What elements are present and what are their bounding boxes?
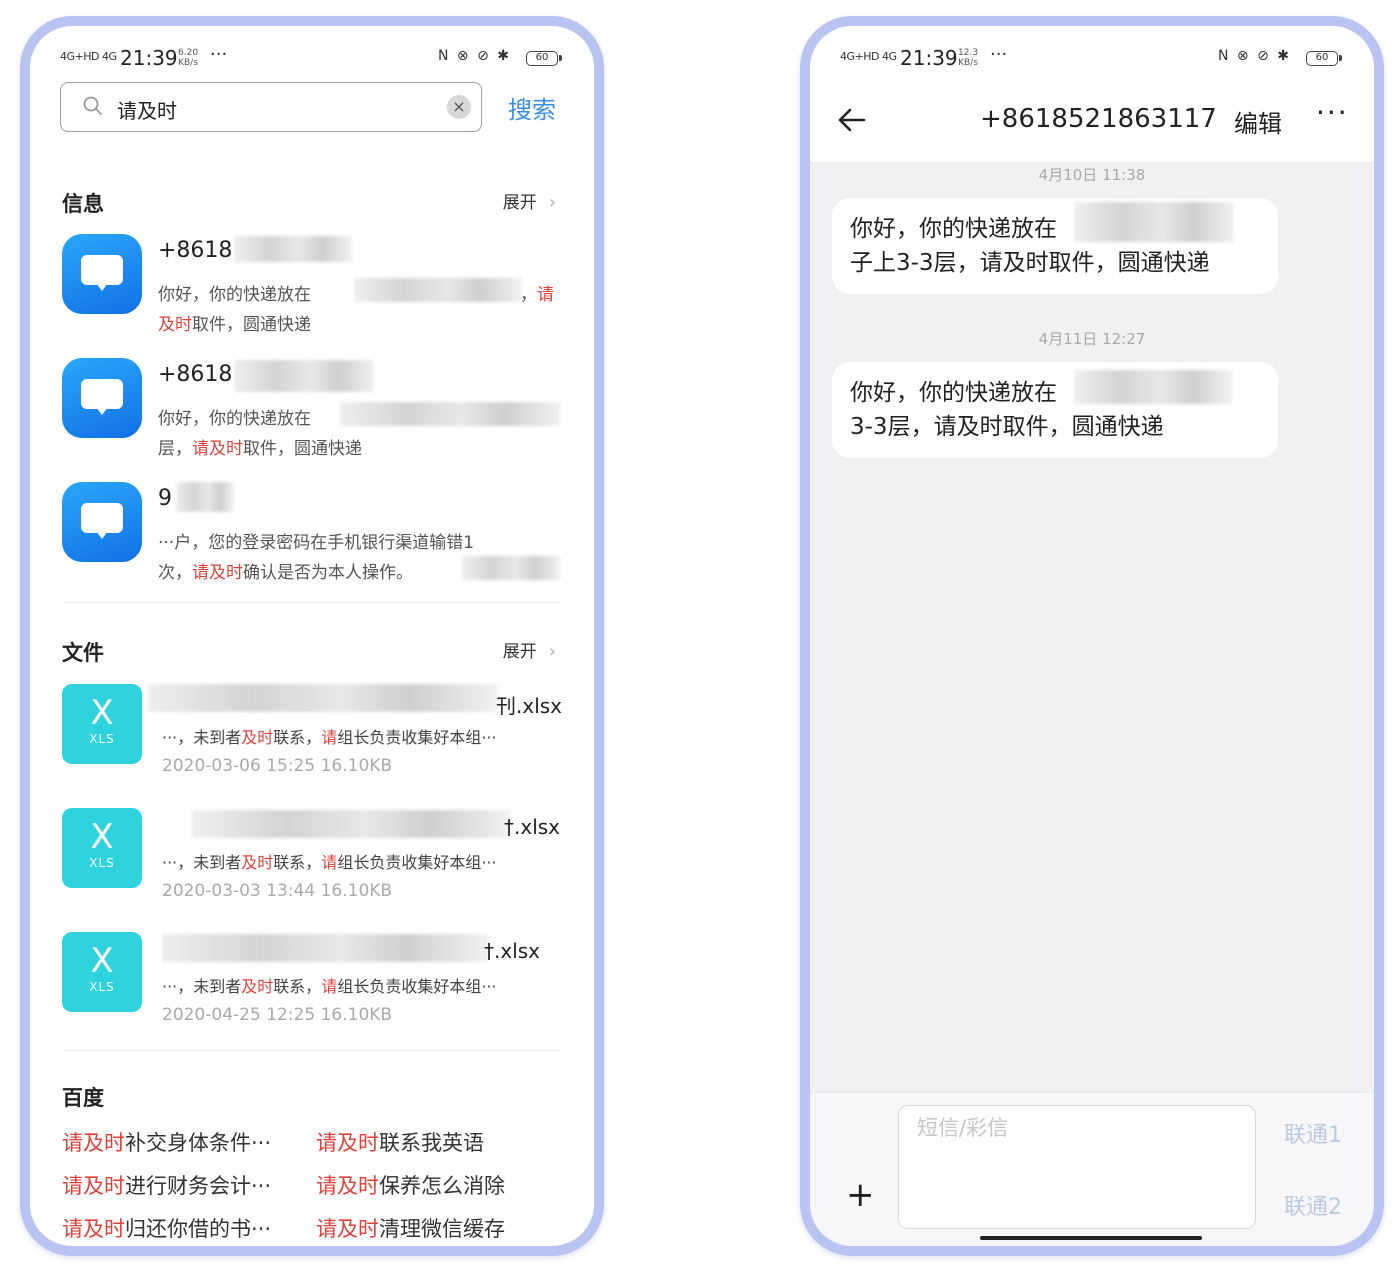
status-bar: 4G+HD 4G 21:39 12.3 KB/s ··· N ⊗ ⊘ ✱ 60 (810, 26, 1374, 82)
baidu-suggestion[interactable]: 请及时联系我英语 (316, 1127, 484, 1157)
redacted-blur (176, 482, 234, 512)
section-divider (62, 602, 562, 603)
status-time: 21:39 (900, 46, 958, 70)
back-arrow-icon[interactable] (836, 104, 868, 136)
file-name: 刊.xlsx (496, 694, 563, 718)
network-speed: 12.3 KB/s (958, 48, 979, 68)
send-sim1-button[interactable]: 联通1 (1284, 1117, 1342, 1149)
redacted-blur (192, 810, 510, 838)
message-sender: +8618 (158, 362, 233, 387)
file-meta: 2020-03-03 13:44 16.10KB (162, 881, 393, 901)
search-input[interactable]: 请及时 × (60, 82, 482, 132)
baidu-suggestion[interactable]: 请及时归还你借的书··· (62, 1213, 271, 1243)
message-snippet-line2: 及时取件，圆通快递 (158, 315, 311, 335)
contact-number: +8618521863117 (980, 104, 1217, 134)
messages-expand-button[interactable]: 展开 › (503, 188, 556, 213)
network-speed: 6.20 KB/s (178, 48, 199, 68)
compose-bar: + 短信/彩信 联通1 联通2 (810, 1092, 1374, 1246)
baidu-section-title: 百度 (62, 1086, 104, 1110)
redacted-blur (354, 278, 522, 302)
file-meta: 2020-03-06 15:25 16.10KB (162, 756, 393, 776)
redacted-blur (1074, 202, 1234, 242)
messages-section-title: 信息 (62, 192, 104, 216)
chevron-right-icon: › (548, 641, 556, 662)
message-sender: 9 (158, 486, 172, 511)
signal-icon: 4G+HD 4G (60, 50, 117, 63)
baidu-suggestion[interactable]: 请及时进行财务会计··· (62, 1170, 271, 1200)
messages-app-icon (62, 234, 142, 314)
more-notifications-icon: ··· (990, 44, 1008, 65)
redacted-blur (234, 360, 374, 392)
status-bar: 4G+HD 4G 21:39 6.20 KB/s ··· N ⊗ ⊘ ✱ 60 (30, 26, 594, 82)
search-results-screen: 4G+HD 4G 21:39 6.20 KB/s ··· N ⊗ ⊘ ✱ 60 请… (20, 16, 604, 1256)
more-options-icon[interactable]: ··· (1316, 96, 1349, 129)
edit-button[interactable]: 编辑 (1234, 104, 1282, 139)
sms-input[interactable]: 短信/彩信 (898, 1105, 1256, 1229)
plus-icon[interactable]: + (846, 1175, 875, 1215)
message-snippet-line2: 层，请及时取件，圆通快递 (158, 439, 362, 459)
redacted-blur (340, 402, 560, 426)
xls-file-icon: X XLS (62, 684, 142, 764)
search-button[interactable]: 搜索 (508, 90, 556, 125)
message-snippet-line1: 你好，你的快递放在 (158, 285, 311, 305)
files-section-title: 文件 (62, 641, 104, 665)
message-timestamp: 4月11日 12:27 (1038, 330, 1146, 348)
files-expand-button[interactable]: 展开 › (503, 637, 556, 662)
send-sim2-button[interactable]: 联通2 (1284, 1189, 1342, 1221)
sms-placeholder: 短信/彩信 (917, 1116, 1009, 1140)
section-divider (62, 1050, 562, 1051)
baidu-suggestion[interactable]: 请及时清理微信缓存 (316, 1213, 505, 1243)
status-icons: N ⊗ ⊘ ✱ (1218, 48, 1292, 64)
signal-icon: 4G+HD 4G (840, 50, 897, 63)
redacted-blur (462, 556, 560, 580)
conversation-header: +8618521863117 编辑 ··· (810, 82, 1374, 162)
file-name: †.xlsx (504, 815, 561, 839)
sms-conversation-screen: 4G+HD 4G 21:39 12.3 KB/s ··· N ⊗ ⊘ ✱ 60 +… (800, 16, 1384, 1256)
file-snippet: ···，未到者及时联系，请组长负责收集好本组··· (162, 977, 497, 996)
home-indicator[interactable] (980, 1236, 1202, 1240)
status-time: 21:39 (120, 46, 178, 70)
file-meta: 2020-04-25 12:25 16.10KB (162, 1005, 393, 1025)
chevron-right-icon: › (548, 192, 556, 213)
search-icon (83, 96, 102, 115)
file-snippet: ···，未到者及时联系，请组长负责收集好本组··· (162, 853, 497, 872)
more-notifications-icon: ··· (210, 44, 228, 65)
search-query: 请及时 (117, 99, 177, 123)
messages-app-icon (62, 358, 142, 438)
status-icons: N ⊗ ⊘ ✱ (438, 48, 512, 64)
baidu-suggestion[interactable]: 请及时保养怎么消除 (316, 1170, 505, 1200)
message-snippet-line1: ···户，您的登录密码在手机银行渠道输错1 (158, 533, 475, 553)
xls-file-icon: X XLS (62, 808, 142, 888)
messages-app-icon (62, 482, 142, 562)
battery-icon: 60 (1306, 51, 1342, 66)
message-snippet-line1-end: ，请 (520, 285, 554, 305)
xls-file-icon: X XLS (62, 932, 142, 1012)
baidu-suggestion[interactable]: 请及时补交身体条件··· (62, 1127, 271, 1157)
battery-icon: 60 (526, 51, 562, 66)
message-timestamp: 4月10日 11:38 (1038, 166, 1146, 184)
message-snippet-line1: 你好，你的快递放在 (158, 409, 311, 429)
redacted-blur (1074, 370, 1232, 404)
message-sender: +8618 (158, 238, 233, 263)
file-name: †.xlsx (484, 939, 541, 963)
file-snippet: ···，未到者及时联系，请组长负责收集好本组··· (162, 728, 497, 747)
redacted-blur (148, 684, 498, 712)
clear-icon[interactable]: × (447, 95, 471, 119)
redacted-blur (162, 934, 488, 962)
redacted-blur (234, 236, 352, 262)
message-snippet-line2: 次，请及时确认是否为本人操作。 (158, 563, 413, 583)
